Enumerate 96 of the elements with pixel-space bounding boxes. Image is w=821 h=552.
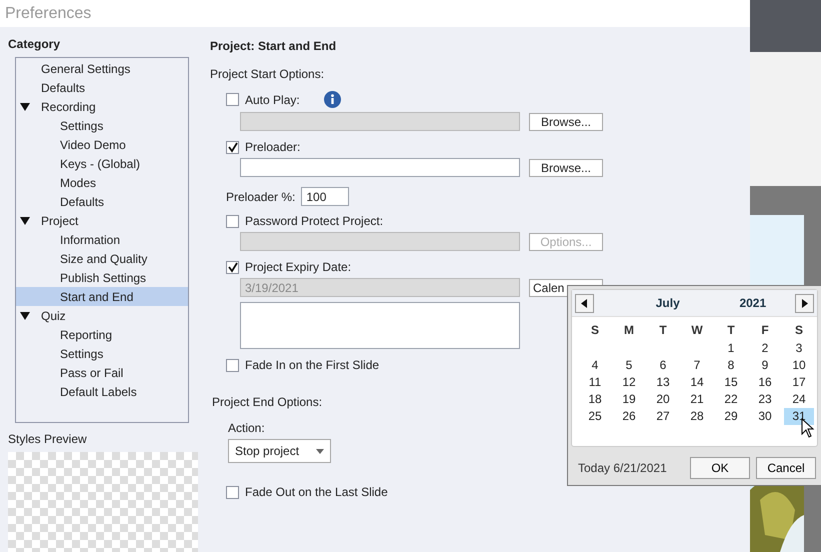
calendar-day[interactable]: 29	[716, 408, 746, 425]
checkbox[interactable]	[226, 93, 239, 106]
checkbox-label: Fade Out on the Last Slide	[245, 485, 388, 499]
weekday-label: W	[690, 323, 704, 339]
weekday-label: F	[760, 323, 770, 339]
text-field[interactable]	[240, 158, 520, 177]
calendar-day[interactable]: 11	[580, 374, 610, 391]
calendar-day[interactable]: 5	[614, 357, 644, 374]
calendar-day[interactable]: 16	[750, 374, 780, 391]
section-heading: Project Start Options:	[210, 67, 324, 81]
calendar-day[interactable]: 26	[614, 408, 644, 425]
percent-field[interactable]: 100	[301, 187, 350, 206]
tree-item[interactable]: General Settings	[16, 59, 188, 78]
browse-button[interactable]: Browse...	[529, 112, 603, 130]
right-arrow-icon	[802, 298, 808, 308]
expanded-arrow-icon[interactable]	[20, 103, 30, 111]
tree-item[interactable]: Start and End	[16, 287, 188, 306]
checkbox[interactable]	[226, 260, 239, 274]
calendar-day[interactable]: 7	[682, 357, 712, 374]
field-label: Preloader %:	[226, 190, 296, 204]
weekday-label: S	[794, 323, 804, 339]
info-icon[interactable]	[324, 91, 341, 108]
text-area[interactable]	[240, 302, 520, 349]
tree-item[interactable]: Video Demo	[16, 135, 188, 154]
calendar-day[interactable]: 20	[648, 391, 678, 408]
calendar-day[interactable]: 28	[682, 408, 712, 425]
tree-item[interactable]: Size and Quality	[16, 249, 188, 268]
expanded-arrow-icon[interactable]	[20, 312, 30, 320]
dropdown-arrow-icon	[316, 448, 324, 454]
weekday-label: M	[623, 323, 635, 339]
checkbox[interactable]	[226, 358, 239, 372]
tree-item[interactable]: Reporting	[16, 325, 188, 344]
checkbox[interactable]	[226, 140, 239, 154]
checkbox[interactable]	[226, 214, 239, 228]
tree-item[interactable]: Defaults	[16, 192, 188, 211]
weekday-label: S	[590, 323, 600, 339]
window-title: Preferences	[5, 4, 92, 22]
tree-item[interactable]: Settings	[16, 116, 188, 135]
calendar-day[interactable]: 15	[716, 374, 746, 391]
calendar-day[interactable]: 3	[784, 340, 814, 357]
calendar-day[interactable]: 21	[682, 391, 712, 408]
calendar-day[interactable]: 4	[580, 357, 610, 374]
checkbox-label: Fade In on the First Slide	[245, 358, 380, 372]
calendar-day[interactable]: 6	[648, 357, 678, 374]
panel-title: Project: Start and End	[210, 39, 338, 53]
tree-item[interactable]: Project	[16, 211, 188, 230]
calendar-day[interactable]: 9	[750, 357, 780, 374]
preview-label: Styles Preview	[8, 432, 88, 446]
weekday-label: T	[658, 323, 668, 339]
tree-item[interactable]: Pass or Fail	[16, 363, 188, 382]
tree-item[interactable]: Settings	[16, 344, 188, 363]
calendar-day[interactable]: 1	[716, 340, 746, 357]
checkbox[interactable]	[226, 486, 239, 498]
tree-item[interactable]: Recording	[16, 97, 188, 116]
month-label: July	[656, 296, 681, 310]
checkbox-label: Preloader:	[245, 140, 300, 154]
calendar-day[interactable]: 30	[750, 408, 780, 425]
category-heading: Category	[8, 37, 62, 51]
checkbox-label: Password Protect Project:	[245, 214, 384, 228]
tree-item[interactable]: Defaults	[16, 78, 188, 97]
cancel-button[interactable]: Cancel	[756, 456, 816, 478]
browse-button[interactable]: Browse...	[529, 158, 603, 176]
checkbox-label: Auto Play:	[245, 92, 300, 106]
calendar-day[interactable]: 22	[716, 391, 746, 408]
year-label: 2021	[739, 296, 768, 310]
calendar-day[interactable]: 2	[750, 340, 780, 357]
field-label: Action:	[228, 421, 265, 435]
today-label: Today 6/21/2021	[578, 460, 668, 474]
weekday-label: T	[726, 323, 736, 339]
action-dropdown[interactable]: Stop project	[228, 439, 331, 463]
calendar-day[interactable]: 23	[750, 391, 780, 408]
tree-item[interactable]: Default Labels	[16, 382, 188, 401]
next-month-button[interactable]	[795, 294, 814, 312]
tree-item[interactable]: Modes	[16, 173, 188, 192]
checkbox-label: Project Expiry Date:	[245, 260, 352, 274]
section-heading: Project End Options:	[212, 395, 322, 409]
ok-button[interactable]: OK	[690, 456, 750, 478]
calendar-day[interactable]: 19	[614, 391, 644, 408]
tree-item[interactable]: Information	[16, 230, 188, 249]
previous-month-button[interactable]	[575, 294, 594, 312]
calendar-day[interactable]: 18	[580, 391, 610, 408]
calendar-day[interactable]: 31	[784, 408, 814, 425]
calendar-day[interactable]: 12	[614, 374, 644, 391]
calendar-day[interactable]: 24	[784, 391, 814, 408]
calendar-day[interactable]: 14	[682, 374, 712, 391]
calendar-day[interactable]: 10	[784, 357, 814, 374]
calendar-day[interactable]: 8	[716, 357, 746, 374]
expanded-arrow-icon[interactable]	[20, 217, 30, 225]
calendar-day[interactable]: 25	[580, 408, 610, 425]
calendar-day[interactable]: 27	[648, 408, 678, 425]
left-arrow-icon	[581, 298, 588, 308]
calendar-day[interactable]: 13	[648, 374, 678, 391]
calendar-day[interactable]: 17	[784, 374, 814, 391]
tree-item[interactable]: Quiz	[16, 306, 188, 325]
tree-item[interactable]: Keys - (Global)	[16, 154, 188, 173]
tree-item[interactable]: Publish Settings	[16, 268, 188, 287]
